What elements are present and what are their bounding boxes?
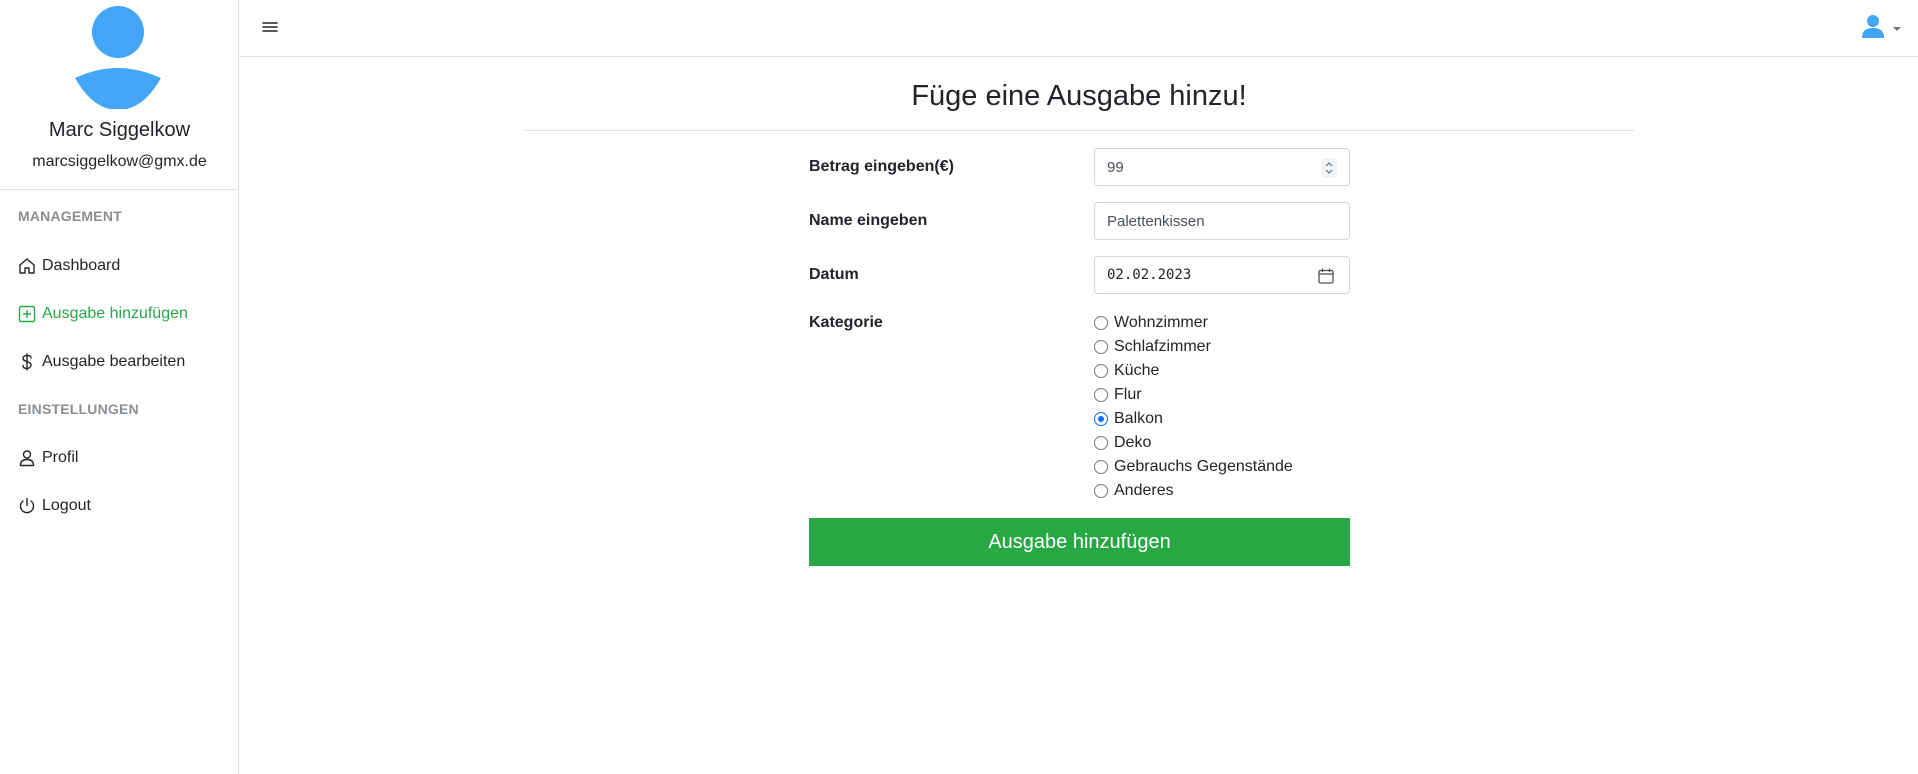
date-value: 02.02.2023: [1107, 267, 1192, 283]
calendar-icon[interactable]: [1317, 267, 1335, 285]
radio-option-anderes[interactable]: Anderes: [1094, 480, 1174, 502]
radio-label: Gebrauchs Gegenstände: [1114, 458, 1293, 475]
user-email: marcsiggelkow@gmx.de: [32, 153, 207, 170]
sidebar-item-profile[interactable]: Profil: [18, 445, 78, 471]
radio-label: Wohnzimmer: [1114, 314, 1208, 331]
sidebar-divider: [0, 189, 239, 190]
sidebar-item-logout[interactable]: Logout: [18, 493, 91, 519]
amount-label: Betrag eingeben(€): [809, 158, 954, 175]
user-avatar-icon: [73, 6, 163, 110]
hamburger-icon[interactable]: [260, 17, 280, 37]
home-icon: [18, 257, 36, 275]
category-label: Kategorie: [809, 314, 883, 331]
number-spinner-icon[interactable]: [1321, 158, 1337, 178]
radio-button[interactable]: [1094, 460, 1108, 474]
sidebar-item-add-expense[interactable]: Ausgabe hinzufügen: [18, 301, 188, 327]
name-label: Name eingeben: [809, 212, 928, 229]
sidebar-item-label: Logout: [42, 497, 91, 514]
radio-option-flur[interactable]: Flur: [1094, 384, 1142, 406]
sidebar: Marc Siggelkow marcsiggelkow@gmx.de MANA…: [0, 0, 239, 774]
sidebar-item-label: Profil: [42, 449, 79, 466]
radio-label: Anderes: [1114, 482, 1174, 499]
sidebar-item-label: Dashboard: [42, 257, 121, 274]
sidebar-item-label: Ausgabe hinzufügen: [42, 305, 188, 322]
user-avatar-icon: [1859, 12, 1887, 45]
radio-button[interactable]: [1094, 388, 1108, 402]
radio-label: Schlafzimmer: [1114, 338, 1211, 355]
radio-label: Flur: [1114, 386, 1142, 403]
radio-button[interactable]: [1094, 340, 1108, 354]
sidebar-item-edit-expense[interactable]: Ausgabe bearbeiten: [18, 349, 185, 375]
user-menu-dropdown[interactable]: [1859, 12, 1901, 45]
radio-option-kueche[interactable]: Küche: [1094, 360, 1159, 382]
radio-option-wohnzimmer[interactable]: Wohnzimmer: [1094, 312, 1208, 334]
radio-button-selected[interactable]: [1094, 412, 1108, 426]
name-input[interactable]: Palettenkissen: [1094, 202, 1350, 240]
date-label: Datum: [809, 266, 859, 283]
radio-button[interactable]: [1094, 484, 1108, 498]
radio-label: Deko: [1114, 434, 1152, 451]
radio-label: Küche: [1114, 362, 1160, 379]
radio-button[interactable]: [1094, 364, 1108, 378]
name-value: Palettenkissen: [1107, 212, 1205, 230]
plus-square-icon: [18, 305, 36, 323]
radio-option-schlafzimmer[interactable]: Schlafzimmer: [1094, 336, 1211, 358]
radio-option-deko[interactable]: Deko: [1094, 432, 1151, 454]
dollar-icon: [18, 353, 36, 371]
radio-button[interactable]: [1094, 436, 1108, 450]
user-name: Marc Siggelkow: [48, 119, 191, 141]
radio-label: Balkon: [1114, 410, 1163, 427]
add-expense-button[interactable]: Ausgabe hinzufügen: [809, 518, 1350, 566]
power-icon: [18, 497, 36, 515]
radio-button[interactable]: [1094, 316, 1108, 330]
person-icon: [18, 449, 36, 467]
section-heading-settings: EINSTELLUNGEN: [18, 401, 139, 417]
section-heading-management: MANAGEMENT: [18, 208, 122, 224]
amount-input[interactable]: 99: [1094, 148, 1350, 186]
date-input[interactable]: 02.02.2023: [1094, 256, 1350, 294]
radio-option-balkon[interactable]: Balkon: [1094, 408, 1163, 430]
page-title: Füge eine Ausgabe hinzu!: [911, 80, 1247, 112]
sidebar-item-label: Ausgabe bearbeiten: [42, 353, 186, 370]
radio-option-gebrauchs-gegenstaende[interactable]: Gebrauchs Gegenstände: [1094, 456, 1293, 478]
title-divider: [524, 130, 1634, 131]
chevron-down-icon: [1893, 26, 1901, 31]
amount-value: 99: [1107, 158, 1124, 176]
sidebar-item-dashboard[interactable]: Dashboard: [18, 253, 120, 279]
topbar: [240, 0, 1918, 57]
